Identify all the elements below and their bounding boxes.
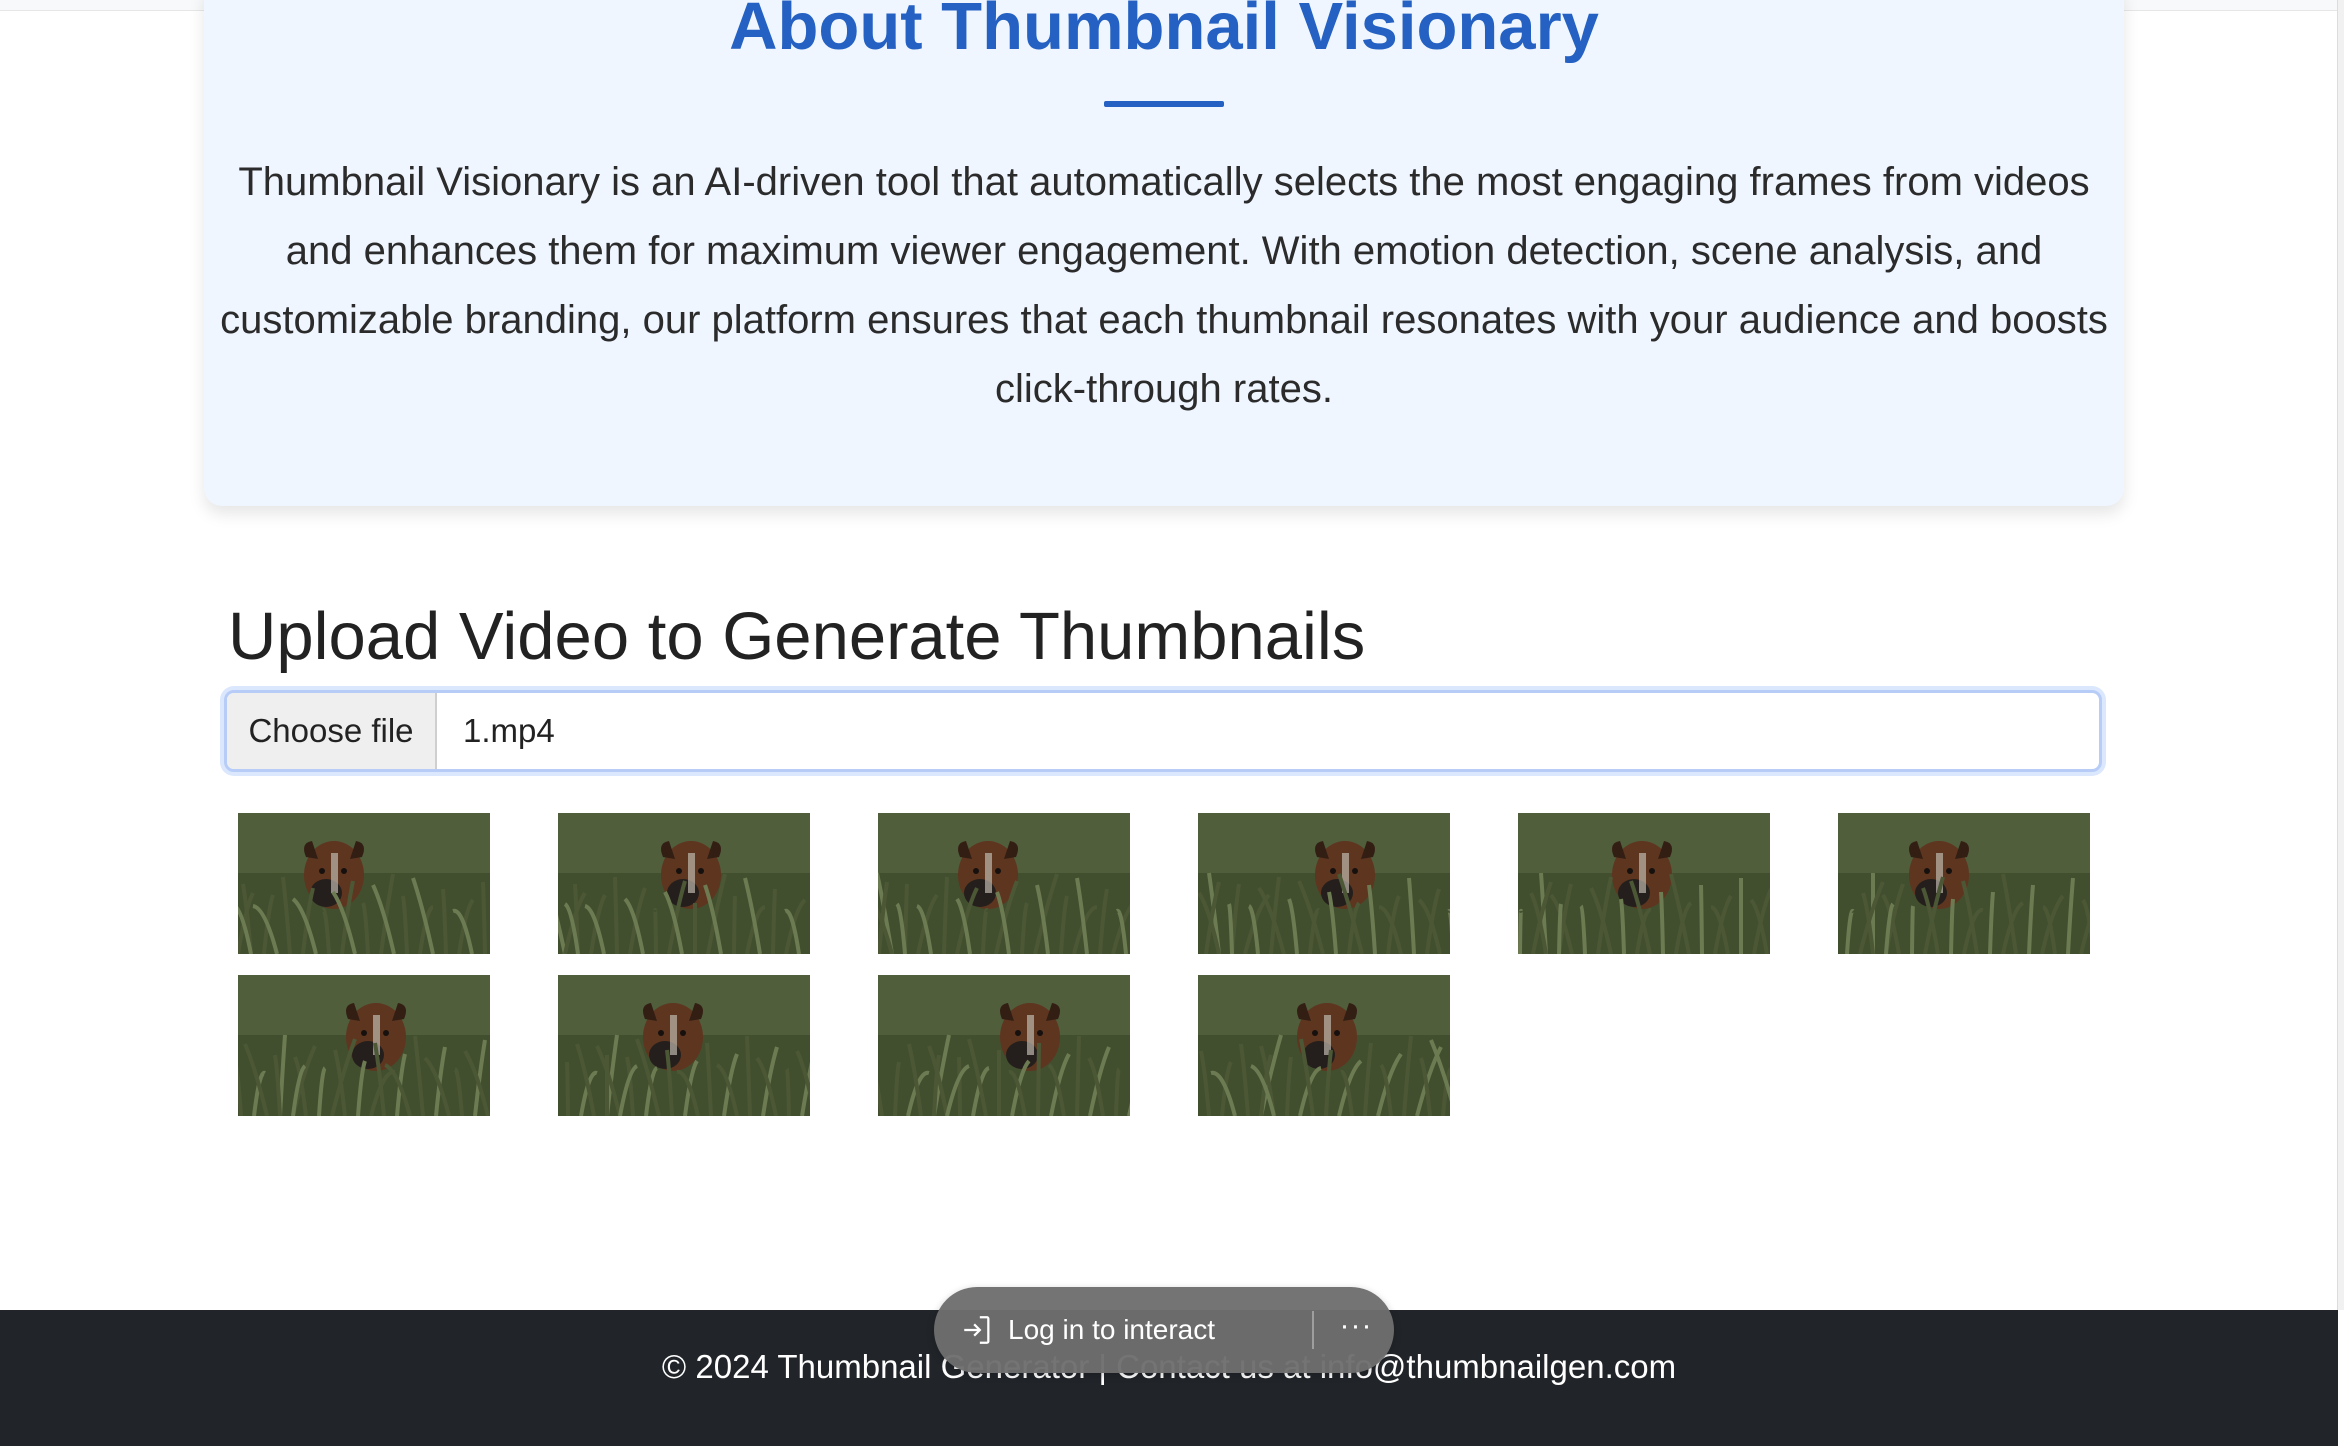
- thumbnail-3[interactable]: [878, 813, 1130, 954]
- dog-in-grass-image: [878, 813, 1130, 954]
- file-input[interactable]: Choose file 1.mp4: [224, 690, 2102, 772]
- dog-in-grass-image: [1838, 813, 2090, 954]
- thumbnail-8[interactable]: [558, 975, 810, 1116]
- dog-in-grass-image: [1518, 813, 1770, 954]
- thumbnail-7[interactable]: [238, 975, 490, 1116]
- dog-in-grass-image: [238, 975, 490, 1116]
- pill-divider: [1312, 1311, 1314, 1349]
- login-icon: [964, 1316, 990, 1344]
- selected-file-name: 1.mp4: [463, 712, 555, 749]
- thumbnail-2[interactable]: [558, 813, 810, 954]
- choose-file-button[interactable]: Choose file: [227, 693, 437, 769]
- thumbnail-4[interactable]: [1198, 813, 1450, 954]
- dog-in-grass-image: [558, 975, 810, 1116]
- more-options-icon[interactable]: ···: [1336, 1311, 1376, 1349]
- thumbnail-10[interactable]: [1198, 975, 1450, 1116]
- dog-in-grass-image: [558, 813, 810, 954]
- right-scroll-edge: [2337, 0, 2344, 1310]
- thumbnail-9[interactable]: [878, 975, 1130, 1116]
- thumbnail-6[interactable]: [1838, 813, 2090, 954]
- login-overlay-pill[interactable]: Log in to interact ···: [934, 1287, 1394, 1373]
- login-label[interactable]: Log in to interact: [1008, 1314, 1215, 1346]
- about-title: About Thumbnail Visionary: [729, 0, 1599, 64]
- upload-title: Upload Video to Generate Thumbnails: [228, 599, 1366, 674]
- thumbnail-5[interactable]: [1518, 813, 1770, 954]
- dog-in-grass-image: [1198, 975, 1450, 1116]
- dog-in-grass-image: [238, 813, 490, 954]
- title-underline: [1104, 101, 1224, 107]
- dog-in-grass-image: [878, 975, 1130, 1116]
- dog-in-grass-image: [1198, 813, 1450, 954]
- about-description: Thumbnail Visionary is an AI-driven tool…: [220, 160, 2108, 411]
- thumbnail-1[interactable]: [238, 813, 490, 954]
